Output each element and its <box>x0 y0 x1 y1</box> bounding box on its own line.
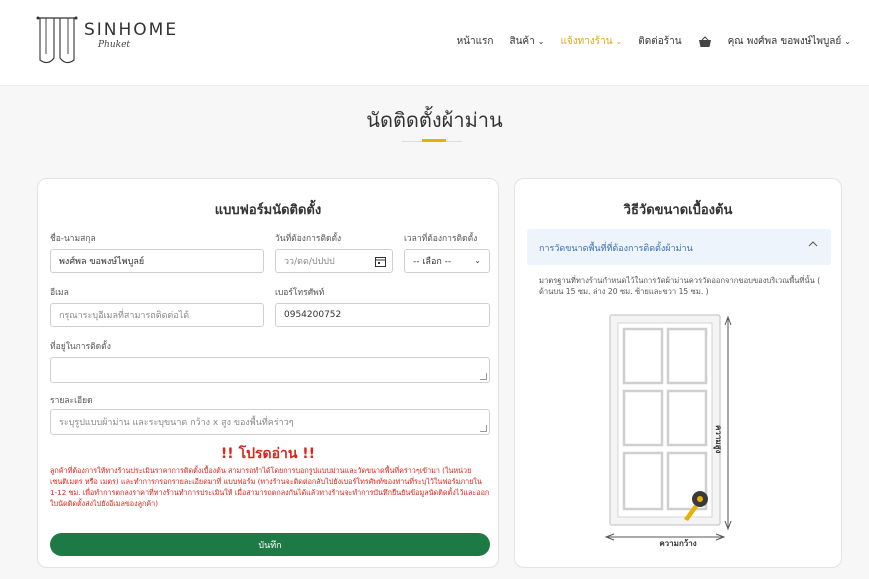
chevron-up-icon <box>808 241 818 247</box>
chevron-down-icon: ⌄ <box>474 256 481 265</box>
chevron-down-icon: ⌄ <box>615 37 623 46</box>
nav-item-label: แจ้งทางร้าน <box>560 36 613 47</box>
chevron-down-icon: ⌄ <box>537 37 545 46</box>
user-menu[interactable]: คุณ พงศ์พล ขอพงษ์ไพบูลย์ ⌄ <box>728 34 851 49</box>
accordion-title: การวัดขนาดพื้นที่ที่ต้องการติดตั้งผ้าม่า… <box>539 244 693 254</box>
name-value: พงศ์พล ขอพงษ์ไพบูลย์ <box>59 257 145 267</box>
email-label: อีเมล <box>50 288 69 298</box>
email-field[interactable]: กรุณาระบุอีเมลที่สามารถติดต่อได้ <box>50 303 264 327</box>
measurement-guide-card: วิธีวัดขนาดเบื้องต้น การวัดขนาดพื้นที่ที… <box>514 178 842 568</box>
height-label: ความสูง <box>714 425 723 454</box>
title-accent-bar <box>422 139 446 142</box>
nav-item-label: สินค้า <box>509 36 535 47</box>
curtain-logo-icon <box>36 16 78 64</box>
time-label: เวลาที่ต้องการติดตั้ง <box>404 234 478 244</box>
nav-item-home[interactable]: หน้าแรก <box>457 34 494 49</box>
phone-value: 0954200752 <box>284 310 342 320</box>
calendar-icon[interactable] <box>375 256 386 267</box>
brand-name: SINHOME <box>84 20 179 40</box>
name-label: ชื่อ-นามสกุล <box>50 234 96 244</box>
date-label: วันที่ต้องการติดตั้ง <box>275 234 342 244</box>
nav-item-contact[interactable]: ติดต่อร้าน <box>638 34 681 49</box>
submit-button[interactable]: บันทึก <box>50 533 490 556</box>
user-name: คุณ พงศ์พล ขอพงษ์ไพบูลย์ <box>727 36 842 47</box>
guide-heading: วิธีวัดขนาดเบื้องต้น <box>623 203 733 218</box>
window-measurement-illustration <box>604 314 732 541</box>
phone-field[interactable]: 0954200752 <box>275 303 490 327</box>
accordion-header[interactable]: การวัดขนาดพื้นที่ที่ต้องการติดตั้งผ้าม่า… <box>527 229 831 265</box>
detail-placeholder: ระบุรูปแบบผ้าม่าน และระบุขนาด กว้าง x สู… <box>59 418 294 428</box>
nav-item-label: หน้าแรก <box>456 36 494 47</box>
top-navbar: SINHOME Phuket หน้าแรก สินค้า ⌄ แจ้งทางร… <box>0 0 869 86</box>
detail-textarea[interactable]: ระบุรูปแบบผ้าม่าน และระบุขนาด กว้าง x สู… <box>50 409 490 435</box>
width-label: ความกว้าง <box>659 539 697 548</box>
time-select[interactable]: -- เลือก -- ⌄ <box>404 249 490 273</box>
phone-label: เบอร์โทรศัพท์ <box>275 288 325 298</box>
nav-item-notify-shop[interactable]: แจ้งทางร้าน ⌄ <box>560 34 622 49</box>
resize-handle[interactable] <box>480 425 487 432</box>
name-field[interactable]: พงศ์พล ขอพงษ์ไพบูลย์ <box>50 249 264 273</box>
detail-label: รายละเอียด <box>50 396 93 406</box>
date-field[interactable]: วว/ดด/ปปปป <box>275 249 393 273</box>
address-textarea[interactable] <box>50 357 490 383</box>
main-nav: หน้าแรก สินค้า ⌄ แจ้งทางร้าน ⌄ ติดต่อร้า… <box>441 34 851 49</box>
time-select-value: -- เลือก -- <box>413 257 452 267</box>
address-label: ที่อยู่ในการติดตั้ง <box>50 342 111 352</box>
nav-item-label: ติดต่อร้าน <box>638 36 682 47</box>
appointment-form-card: แบบฟอร์มนัดติดตั้ง ชื่อ-นามสกุล พงศ์พล ข… <box>37 178 499 568</box>
chevron-down-icon: ⌄ <box>844 37 851 46</box>
resize-handle[interactable] <box>480 373 487 380</box>
warning-text: ลูกค้าที่ต้องการให้ทางร้านประเมินราคาการ… <box>50 466 490 508</box>
date-placeholder: วว/ดด/ปปปป <box>284 257 335 267</box>
nav-item-products[interactable]: สินค้า ⌄ <box>509 34 544 49</box>
form-heading: แบบฟอร์มนัดติดตั้ง <box>214 203 322 218</box>
page-title: นัดติดตั้งผ้าม่าน <box>366 108 503 132</box>
basket-icon[interactable] <box>698 35 712 48</box>
guide-description: มาตรฐานที่ทางร้านกำหนดไว้ในการวัดผ้าม่าน… <box>539 276 821 296</box>
brand-logo[interactable]: SINHOME Phuket <box>34 14 176 70</box>
brand-subtitle: Phuket <box>98 40 131 50</box>
warning-title: !! โปรดอ่าน !! <box>220 446 316 462</box>
email-placeholder: กรุณาระบุอีเมลที่สามารถติดต่อได้ <box>59 311 190 321</box>
